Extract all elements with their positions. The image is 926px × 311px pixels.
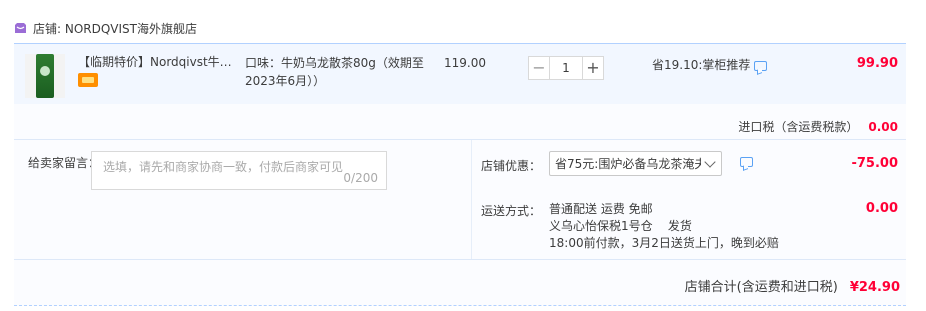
shop-name[interactable]: 店铺: NORDQVIST海外旗舰店 (33, 20, 197, 37)
memo-label: 给卖家留言： (28, 156, 101, 170)
item-discount-text: 省19.10:掌柜推荐 (652, 58, 751, 72)
item-row-total: 99.90 (856, 56, 898, 71)
shop-total-amount: ¥24.90 (849, 280, 900, 295)
shipping-delivery-time: 18:00前付款，3月2日送货上门，晚到必赔 (549, 236, 779, 250)
quantity-increase-button[interactable]: + (582, 56, 604, 80)
promo-icon (78, 73, 98, 87)
shipping-warehouse: 义乌心怡保税1号仓 发货 (549, 219, 692, 233)
product-spec-line1: 口味：牛奶乌龙散茶80g（效期至 (245, 56, 424, 70)
order-box: 【临期特价】Nordqivst牛奶乌龙散茶80g 口味：牛奶乌龙散茶80g（效期… (14, 43, 906, 306)
chevron-down-icon (704, 156, 716, 168)
message-icon[interactable] (754, 60, 768, 71)
shipping-label: 运送方式： (481, 204, 542, 218)
product-title[interactable]: 【临期特价】Nordqivst牛奶乌龙散茶80g (78, 54, 243, 70)
divider (14, 139, 906, 140)
shop-total-row: 店铺合计(含运费和进口税) ¥24.90 (685, 276, 900, 295)
seller-memo-textarea[interactable]: 选填，请先和商家协商一致，付款后商家可见 0/200 (91, 151, 387, 190)
import-tax-row: 进口税（含运费税款） 0.00 (738, 118, 898, 135)
shop-coupon-amount: -75.00 (851, 156, 898, 171)
import-tax-label: 进口税（含运费税款） (738, 120, 859, 134)
unit-price: 119.00 (444, 56, 486, 70)
memo-char-count: 0/200 (343, 171, 378, 185)
import-tax-amount: 0.00 (868, 120, 898, 134)
product-spec: 口味：牛奶乌龙散茶80g（效期至 2023年6月）） (245, 54, 430, 90)
coupon-message-icon[interactable] (740, 157, 753, 167)
shop-coupon-select[interactable]: 省75元:围炉必备乌龙茶淹夫 (549, 151, 722, 176)
shop-header: 店铺: NORDQVIST海外旗舰店 (14, 18, 197, 38)
column-divider (471, 140, 472, 259)
shop-coupon-label: 店铺优惠： (481, 159, 542, 173)
shop-total-label: 店铺合计(含运费和进口税) (684, 280, 838, 295)
quantity-stepper: − 1 + (528, 56, 604, 80)
product-thumbnail[interactable] (25, 54, 65, 98)
shipping-method: 普通配送 运费 免邮 (549, 202, 653, 216)
quantity-input[interactable]: 1 (550, 56, 582, 80)
shop-coupon-selected: 省75元:围炉必备乌龙茶淹夫 (555, 157, 701, 171)
product-spec-line2: 2023年6月）） (245, 74, 326, 88)
shipping-amount: 0.00 (865, 201, 898, 216)
shop-icon (14, 22, 27, 34)
shipping-info: 普通配送 运费 免邮 义乌心怡保税1号仓 发货 18:00前付款，3月2日送货上… (549, 201, 779, 252)
item-discount: 省19.10:掌柜推荐 (652, 56, 768, 73)
memo-placeholder: 选填，请先和商家协商一致，付款后商家可见 (103, 160, 344, 174)
quantity-decrease-button[interactable]: − (528, 56, 550, 80)
divider (14, 259, 906, 260)
cart-item-row: 【临期特价】Nordqivst牛奶乌龙散茶80g 口味：牛奶乌龙散茶80g（效期… (14, 44, 906, 104)
